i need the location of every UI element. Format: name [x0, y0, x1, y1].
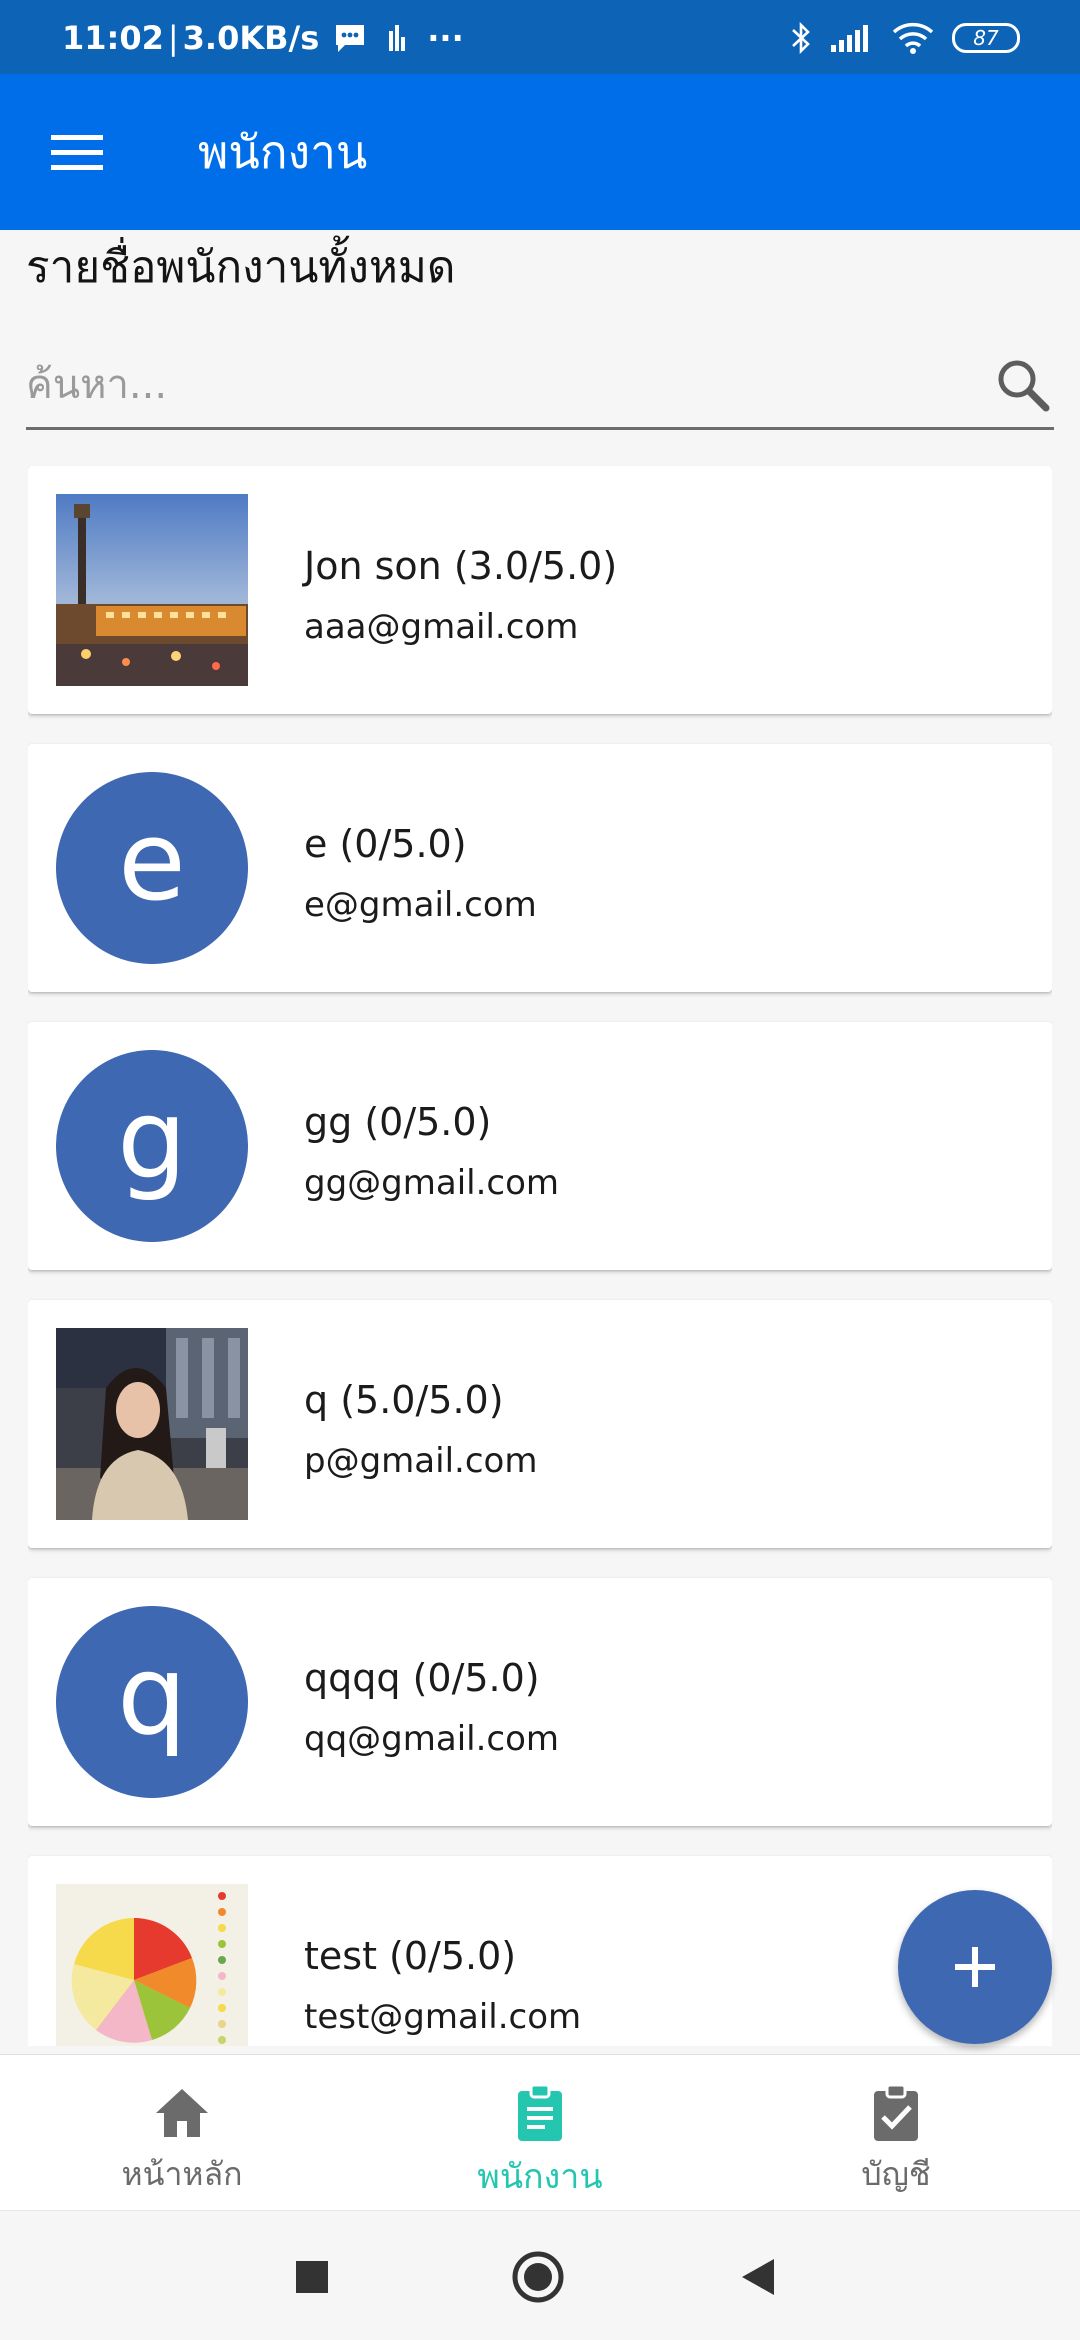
search-bar: [26, 344, 1054, 430]
status-more: ···: [427, 19, 464, 57]
recents-button[interactable]: [282, 2247, 342, 2307]
clipboard-check-icon: [874, 2083, 918, 2141]
bottom-navigation: หน้าหลัก พนักงาน บัญชี: [0, 2054, 1080, 2210]
city-photo-image: [56, 494, 248, 686]
employee-name: qqqq (0/5.0): [304, 1656, 540, 1700]
employee-email: gg@gmail.com: [304, 1163, 560, 1203]
app-bar-title: พนักงาน: [198, 125, 368, 179]
employee-name: e (0/5.0): [304, 822, 467, 866]
employee-email: test@gmail.com: [304, 1997, 582, 2037]
page-title: รายชื่อพนักงานทั้งหมด: [26, 242, 456, 293]
menu-button[interactable]: [42, 118, 112, 188]
square-icon: [296, 2261, 328, 2293]
employee-card[interactable]: e e (0/5.0) e@gmail.com: [28, 744, 1052, 992]
audio-bars-icon: [389, 25, 406, 51]
avatar: e: [56, 772, 248, 964]
home-system-button[interactable]: [508, 2247, 568, 2307]
circle-icon: [512, 2251, 564, 2303]
system-navigation-bar: [0, 2210, 1080, 2340]
employee-name: test (0/5.0): [304, 1934, 517, 1978]
employee-email: qq@gmail.com: [304, 1719, 560, 1759]
nav-item-account[interactable]: บัญชี: [746, 2055, 1046, 2211]
employee-photo: [56, 1328, 248, 1520]
pie-chart-image: [56, 1884, 248, 2046]
employee-email: e@gmail.com: [304, 885, 537, 925]
nav-label-home: หน้าหลัก: [121, 2155, 243, 2193]
plus-icon: [955, 1947, 995, 1987]
employee-name: Jon son (3.0/5.0): [304, 544, 618, 588]
status-separator: |: [167, 19, 179, 57]
avatar: q: [56, 1606, 248, 1798]
message-icon: [336, 25, 365, 52]
employee-card[interactable]: q (5.0/5.0) p@gmail.com: [28, 1300, 1052, 1548]
nav-label-employees: พนักงาน: [477, 2157, 603, 2197]
employee-email: aaa@gmail.com: [304, 607, 579, 647]
employee-photo: [56, 1884, 248, 2046]
status-time: 11:02: [62, 19, 164, 57]
person-photo-image: [56, 1328, 248, 1520]
back-button[interactable]: [728, 2247, 788, 2307]
hamburger-menu-icon: [51, 135, 103, 170]
employee-list: Jon son (3.0/5.0) aaa@gmail.com e e (0/5…: [28, 466, 1052, 2046]
avatar: g: [56, 1050, 248, 1242]
employee-email: p@gmail.com: [304, 1441, 538, 1481]
employee-card[interactable]: g gg (0/5.0) gg@gmail.com: [28, 1022, 1052, 1270]
back-triangle-icon: [742, 2259, 774, 2295]
add-employee-button[interactable]: [898, 1890, 1052, 2044]
employee-card[interactable]: Jon son (3.0/5.0) aaa@gmail.com: [28, 466, 1052, 714]
search-icon[interactable]: [994, 356, 1052, 414]
battery-indicator: 87: [952, 23, 1020, 53]
nav-item-employees[interactable]: พนักงาน: [390, 2055, 690, 2211]
status-left: 11:02 | 3.0KB/s ···: [62, 18, 464, 58]
signal-icon: [831, 25, 868, 52]
employee-name: q (5.0/5.0): [304, 1378, 504, 1422]
search-input[interactable]: [26, 344, 966, 426]
status-bar: 11:02 | 3.0KB/s ··· 87: [0, 0, 1080, 74]
home-icon: [156, 2089, 208, 2137]
status-right: 87: [790, 18, 1020, 58]
employee-name: gg (0/5.0): [304, 1100, 492, 1144]
nav-item-home[interactable]: หน้าหลัก: [32, 2055, 332, 2211]
app-bar: พนักงาน: [0, 74, 1080, 230]
status-speed: 3.0KB/s: [182, 19, 320, 57]
wifi-icon: [892, 22, 934, 54]
employee-photo: [56, 494, 248, 686]
employee-card[interactable]: q qqqq (0/5.0) qq@gmail.com: [28, 1578, 1052, 1826]
status-notification-icons: ···: [333, 19, 464, 57]
employee-card[interactable]: test (0/5.0) test@gmail.com: [28, 1856, 1052, 2046]
nav-label-account: บัญชี: [861, 2155, 931, 2193]
bluetooth-icon: [792, 21, 810, 55]
clipboard-icon: [518, 2083, 562, 2141]
